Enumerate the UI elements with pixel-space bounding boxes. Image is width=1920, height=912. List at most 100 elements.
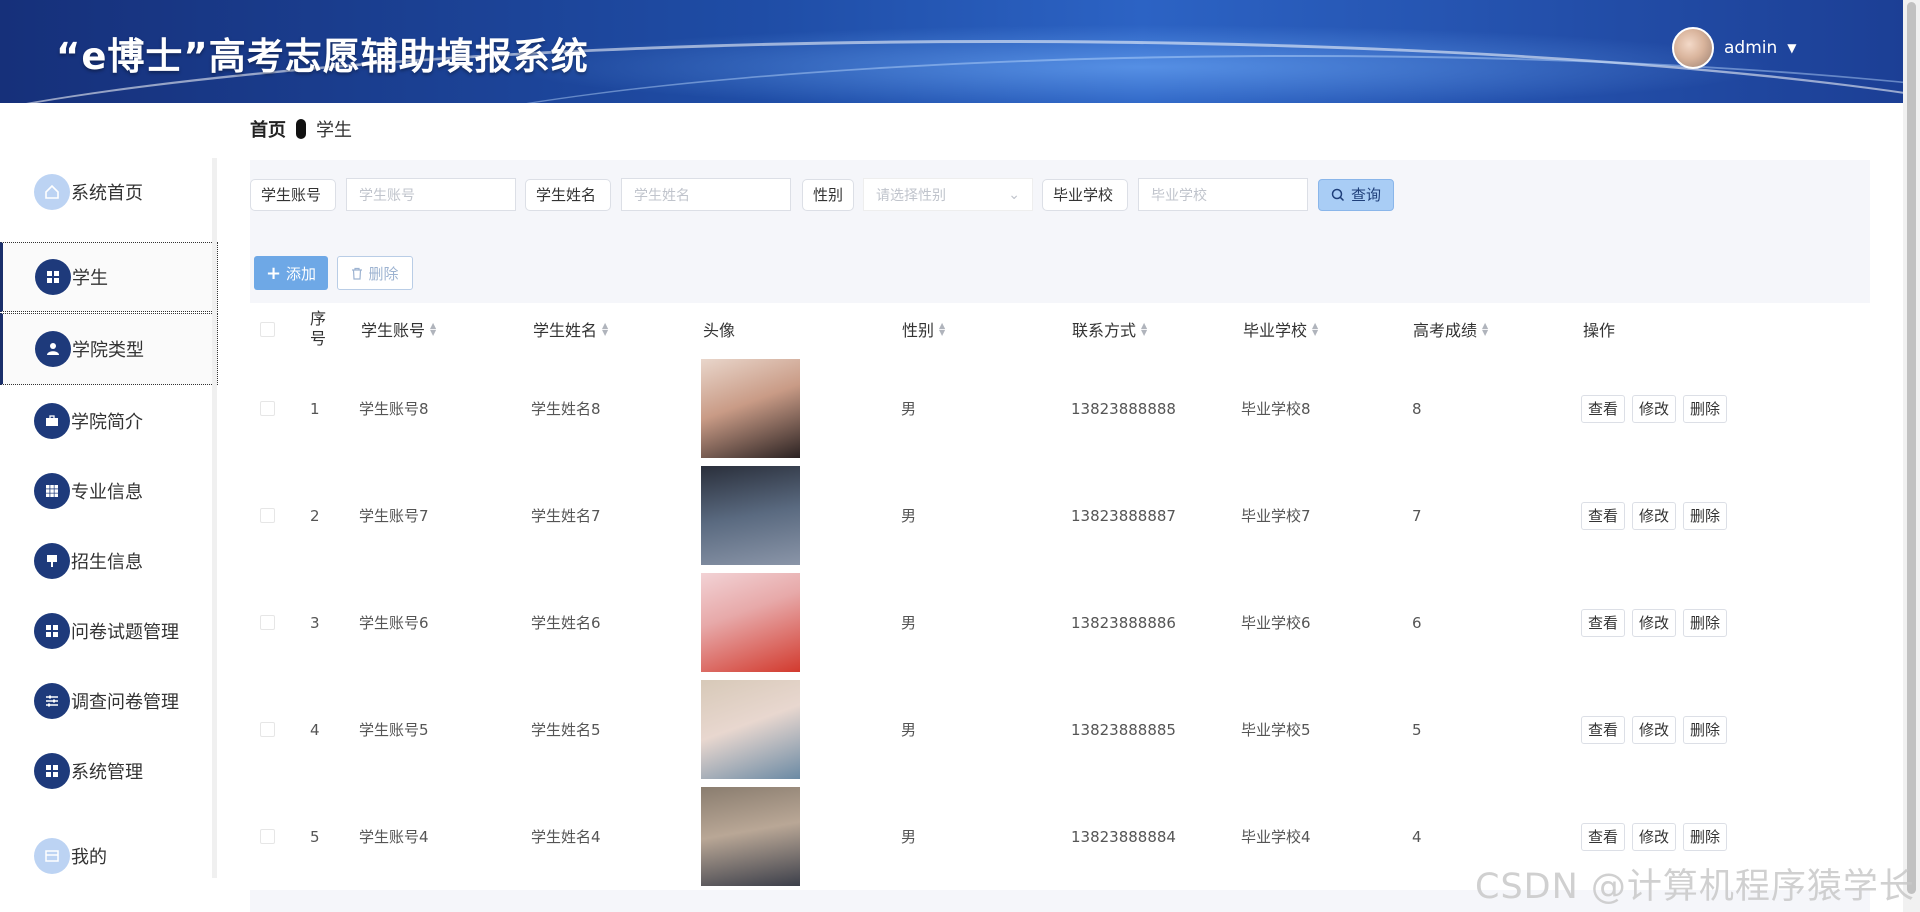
add-button[interactable]: + 添加 [254, 256, 328, 290]
row-checkbox[interactable] [260, 355, 275, 462]
cell-score: 4 [1412, 827, 1422, 846]
view-button[interactable]: 查看 [1581, 715, 1626, 744]
breadcrumb-home[interactable]: 首页 [250, 116, 286, 142]
breadcrumb-current: 学生 [316, 120, 352, 141]
sidebar-item-survey-mgmt[interactable]: 调查问卷管理 [0, 667, 218, 735]
sidebar-item-students[interactable]: 学生 [0, 242, 218, 312]
gender-select[interactable]: 请选择性别 ⌄ [863, 178, 1033, 211]
view-button[interactable]: 查看 [1581, 608, 1626, 637]
edit-button[interactable]: 修改 [1632, 822, 1677, 851]
plus-icon: + [265, 262, 282, 284]
table-header: 序号 学生账号 ▲ ▼ 学生姓名 ▲ ▼ 头像 性别 ▲ ▼ 联系方式 ▲ ▼ 毕业学校 ▲ ▼ 高… [250, 303, 1870, 355]
search-icon [1331, 188, 1345, 201]
sidebar-scrollbar[interactable] [212, 158, 217, 878]
batch-delete-button[interactable]: 删除 [337, 256, 413, 290]
student-photo[interactable] [701, 359, 800, 458]
trash-icon [352, 267, 363, 280]
column-header-gender[interactable]: 性别 ▲ ▼ [902, 303, 945, 355]
avatar[interactable] [1672, 27, 1714, 69]
cell-name: 学生姓名6 [531, 614, 601, 632]
sort-icon[interactable]: ▲ ▼ [939, 322, 945, 337]
view-button[interactable]: 查看 [1581, 394, 1626, 423]
school-search-input[interactable]: 毕业学校 [1138, 178, 1308, 211]
sidebar-item-major-info[interactable]: 专业信息 [0, 457, 218, 525]
grid-icon [34, 753, 70, 789]
edit-button[interactable]: 修改 [1632, 608, 1677, 637]
row-checkbox[interactable] [260, 462, 275, 569]
briefcase-icon [34, 403, 70, 439]
account-search-input[interactable]: 学生账号 [346, 178, 516, 211]
sidebar-item-mine[interactable]: 我的 [0, 822, 218, 890]
top-header: “e博士”高考志愿辅助填报系统 admin ▼ [0, 0, 1903, 103]
sort-icon[interactable]: ▲ ▼ [1312, 322, 1318, 337]
column-header-school[interactable]: 毕业学校 ▲ ▼ [1243, 303, 1318, 355]
sort-icon[interactable]: ▲ ▼ [1482, 322, 1488, 337]
edit-button[interactable]: 修改 [1632, 394, 1677, 423]
column-header-account[interactable]: 学生账号 ▲ ▼ [361, 303, 436, 355]
cell-school: 毕业学校7 [1241, 507, 1311, 525]
sidebar-item-question-mgmt[interactable]: 问卷试题管理 [0, 597, 218, 665]
select-all-checkbox[interactable] [260, 303, 275, 355]
user-menu[interactable]: admin ▼ [1672, 27, 1797, 69]
sidebar-item-label: 我的 [71, 847, 107, 868]
name-search-input[interactable]: 学生姓名 [621, 178, 791, 211]
header-label: 高考成绩 [1413, 321, 1478, 340]
delete-row-button[interactable]: 删除 [1683, 715, 1728, 744]
user-icon [35, 331, 71, 367]
sidebar-item-college-type[interactable]: 学院类型 [0, 313, 218, 385]
table-row: 4 学生账号5 学生姓名5 男 13823888885 毕业学校5 5 查看 修… [250, 676, 1870, 783]
cell-score: 6 [1412, 613, 1422, 632]
student-photo[interactable] [701, 680, 800, 779]
cell-avatar [701, 462, 800, 569]
chevron-down-icon: ⌄ [1008, 186, 1020, 203]
delete-row-button[interactable]: 删除 [1683, 394, 1728, 423]
column-header-avatar: 头像 [703, 321, 736, 340]
table-body: 1 学生账号8 学生姓名8 男 13823888888 毕业学校8 8 查看 修… [250, 355, 1870, 890]
delete-row-button[interactable]: 删除 [1683, 822, 1728, 851]
sidebar-item-enrollment-info[interactable]: 招生信息 [0, 527, 218, 595]
page-scrollbar[interactable] [1903, 0, 1920, 912]
student-photo[interactable] [701, 573, 800, 672]
action-bar: + 添加 删除 [254, 256, 413, 290]
cell-phone: 13823888887 [1071, 506, 1176, 525]
column-header-name[interactable]: 学生姓名 ▲ ▼ [533, 303, 608, 355]
sidebar-item-home[interactable]: 系统首页 [0, 158, 218, 226]
cell-name: 学生姓名4 [531, 828, 601, 846]
sort-icon[interactable]: ▲ ▼ [1141, 322, 1147, 337]
row-checkbox[interactable] [260, 569, 275, 676]
delete-row-button[interactable]: 删除 [1683, 608, 1728, 637]
cell-phone: 13823888885 [1071, 720, 1176, 739]
cell-school: 毕业学校6 [1241, 614, 1311, 632]
student-photo[interactable] [701, 787, 800, 886]
cell-ops: 查看 修改 删除 [1581, 355, 1734, 462]
view-button[interactable]: 查看 [1581, 822, 1626, 851]
cell-school: 毕业学校4 [1241, 828, 1311, 846]
row-checkbox[interactable] [260, 676, 275, 783]
sort-icon[interactable]: ▲ ▼ [430, 322, 436, 337]
username[interactable]: admin [1724, 38, 1777, 58]
scrollbar-thumb[interactable] [1907, 2, 1916, 894]
sidebar-item-college-intro[interactable]: 学院简介 [0, 387, 218, 455]
sort-icon[interactable]: ▲ ▼ [602, 322, 608, 337]
breadcrumb-separator-icon [296, 119, 306, 139]
row-checkbox[interactable] [260, 783, 275, 890]
cell-score: 5 [1412, 720, 1422, 739]
delete-row-button[interactable]: 删除 [1683, 501, 1728, 530]
column-header-phone[interactable]: 联系方式 ▲ ▼ [1072, 303, 1147, 355]
search-bar: 学生账号 学生账号 学生姓名 学生姓名 性别 请选择性别 ⌄ 毕业学校 毕业学校… [250, 178, 1395, 211]
sidebar-item-system-mgmt[interactable]: 系统管理 [0, 737, 218, 805]
view-button[interactable]: 查看 [1581, 501, 1626, 530]
app-title: “e博士”高考志愿辅助填报系统 [56, 35, 589, 78]
sidebar-item-label: 系统首页 [71, 183, 143, 204]
edit-button[interactable]: 修改 [1632, 715, 1677, 744]
column-header-score[interactable]: 高考成绩 ▲ ▼ [1413, 303, 1488, 355]
flag-icon [34, 543, 70, 579]
header-label: 联系方式 [1072, 321, 1137, 340]
cell-index: 4 [310, 720, 320, 739]
caret-down-icon[interactable]: ▼ [1787, 41, 1796, 55]
student-photo[interactable] [701, 466, 800, 565]
gender-select-placeholder: 请选择性别 [876, 187, 946, 204]
cell-avatar [701, 676, 800, 783]
edit-button[interactable]: 修改 [1632, 501, 1677, 530]
query-button[interactable]: 查询 [1318, 178, 1395, 211]
